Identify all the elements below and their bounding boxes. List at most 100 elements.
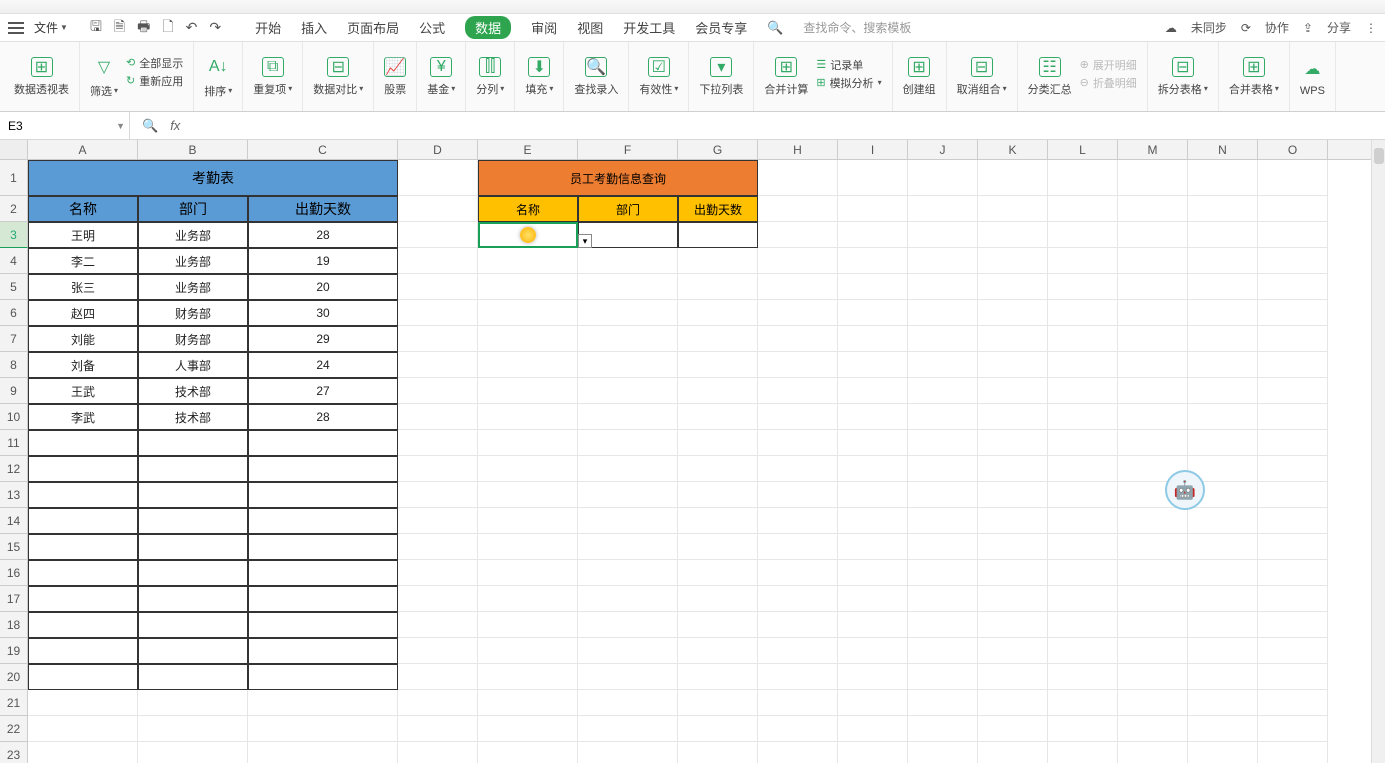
cell[interactable] xyxy=(1048,274,1118,300)
search-icon[interactable]: 🔍 xyxy=(767,20,783,36)
cell[interactable] xyxy=(758,430,838,456)
cell[interactable] xyxy=(578,248,678,274)
cell[interactable] xyxy=(678,690,758,716)
table1-empty-cell[interactable] xyxy=(248,612,398,638)
cell[interactable] xyxy=(1118,508,1188,534)
table1-empty-cell[interactable] xyxy=(248,534,398,560)
cell[interactable] xyxy=(1048,300,1118,326)
cell[interactable] xyxy=(908,352,978,378)
cell[interactable] xyxy=(578,274,678,300)
cell[interactable] xyxy=(978,430,1048,456)
show-all-button[interactable]: ⟲全部显示 xyxy=(126,55,183,71)
cell[interactable] xyxy=(678,508,758,534)
cell[interactable] xyxy=(1188,378,1258,404)
cell[interactable] xyxy=(678,534,758,560)
cell[interactable] xyxy=(1118,430,1188,456)
cell[interactable] xyxy=(1048,160,1118,196)
cell[interactable] xyxy=(398,716,478,742)
cell[interactable] xyxy=(1258,300,1328,326)
cell[interactable] xyxy=(478,456,578,482)
cell[interactable] xyxy=(678,274,758,300)
cell[interactable] xyxy=(978,534,1048,560)
ribbon-merge-table[interactable]: ⊞合并表格▾ xyxy=(1219,42,1290,111)
cell[interactable] xyxy=(908,274,978,300)
cell[interactable] xyxy=(578,352,678,378)
table1-empty-cell[interactable] xyxy=(138,664,248,690)
cell[interactable] xyxy=(838,534,908,560)
cell[interactable] xyxy=(578,690,678,716)
cell[interactable] xyxy=(758,248,838,274)
row-header-6[interactable]: 6 xyxy=(0,300,28,326)
save-as-icon[interactable]: 🗎 xyxy=(114,16,125,40)
consolidate-button[interactable]: 合并计算 xyxy=(764,81,808,97)
ribbon-split-table[interactable]: ⊟拆分表格▾ xyxy=(1148,42,1219,111)
row-header-11[interactable]: 11 xyxy=(0,430,28,456)
cell[interactable] xyxy=(1188,222,1258,248)
table1-empty-cell[interactable] xyxy=(28,638,138,664)
tab-home[interactable]: 开始 xyxy=(255,18,281,37)
cell[interactable] xyxy=(1048,742,1118,763)
row-header-20[interactable]: 20 xyxy=(0,664,28,690)
undo-icon[interactable]: ↶ xyxy=(186,19,198,36)
cell[interactable] xyxy=(578,404,678,430)
ribbon-funds[interactable]: ¥基金▾ xyxy=(417,42,466,111)
cell[interactable] xyxy=(908,222,978,248)
cell[interactable] xyxy=(398,586,478,612)
cell[interactable] xyxy=(908,586,978,612)
cell[interactable] xyxy=(758,638,838,664)
cell[interactable] xyxy=(678,378,758,404)
cell[interactable] xyxy=(398,742,478,763)
row-header-23[interactable]: 23 xyxy=(0,742,28,763)
cell[interactable] xyxy=(398,378,478,404)
cell[interactable] xyxy=(478,586,578,612)
hamburger-icon[interactable] xyxy=(8,22,24,34)
cell[interactable] xyxy=(758,196,838,222)
row-header-22[interactable]: 22 xyxy=(0,716,28,742)
cell[interactable] xyxy=(838,248,908,274)
cell[interactable] xyxy=(678,300,758,326)
cell[interactable] xyxy=(578,586,678,612)
cell[interactable] xyxy=(1118,742,1188,763)
cell[interactable] xyxy=(398,690,478,716)
cell[interactable] xyxy=(1118,196,1188,222)
cell[interactable] xyxy=(908,716,978,742)
cell[interactable] xyxy=(1118,612,1188,638)
cell[interactable] xyxy=(478,378,578,404)
col-header-J[interactable]: J xyxy=(908,140,978,159)
cell[interactable] xyxy=(248,690,398,716)
cell[interactable] xyxy=(1188,300,1258,326)
cell[interactable] xyxy=(838,456,908,482)
subtotal-icon[interactable]: ☷ xyxy=(1039,57,1061,77)
tab-page-layout[interactable]: 页面布局 xyxy=(347,18,399,37)
name-box[interactable]: E3▼ xyxy=(0,112,130,139)
cell[interactable] xyxy=(398,222,478,248)
cell[interactable] xyxy=(838,482,908,508)
cell[interactable] xyxy=(908,612,978,638)
search-icon[interactable]: 🔍 xyxy=(142,118,158,134)
cell[interactable] xyxy=(838,690,908,716)
cell[interactable] xyxy=(28,690,138,716)
cell[interactable] xyxy=(1258,196,1328,222)
col-header-H[interactable]: H xyxy=(758,140,838,159)
ribbon-compare[interactable]: ⊟数据对比▾ xyxy=(303,42,374,111)
tab-member[interactable]: 会员专享 xyxy=(695,18,747,37)
cell[interactable] xyxy=(1188,248,1258,274)
cell[interactable] xyxy=(908,534,978,560)
cell[interactable] xyxy=(1048,482,1118,508)
cell[interactable] xyxy=(478,612,578,638)
cell[interactable] xyxy=(838,300,908,326)
table1-empty-cell[interactable] xyxy=(28,664,138,690)
table1-empty-cell[interactable] xyxy=(28,456,138,482)
row-header-5[interactable]: 5 xyxy=(0,274,28,300)
cell[interactable] xyxy=(1188,586,1258,612)
cell[interactable] xyxy=(838,664,908,690)
tab-dev-tools[interactable]: 开发工具 xyxy=(623,18,675,37)
cell[interactable] xyxy=(758,742,838,763)
col-header-B[interactable]: B xyxy=(138,140,248,159)
cell[interactable] xyxy=(978,612,1048,638)
row-header-16[interactable]: 16 xyxy=(0,560,28,586)
ribbon-pivot[interactable]: ⊞数据透视表 xyxy=(4,42,80,111)
cell[interactable] xyxy=(578,430,678,456)
ribbon-stocks[interactable]: 📈股票 xyxy=(374,42,417,111)
fx-label[interactable]: fx xyxy=(170,118,180,133)
